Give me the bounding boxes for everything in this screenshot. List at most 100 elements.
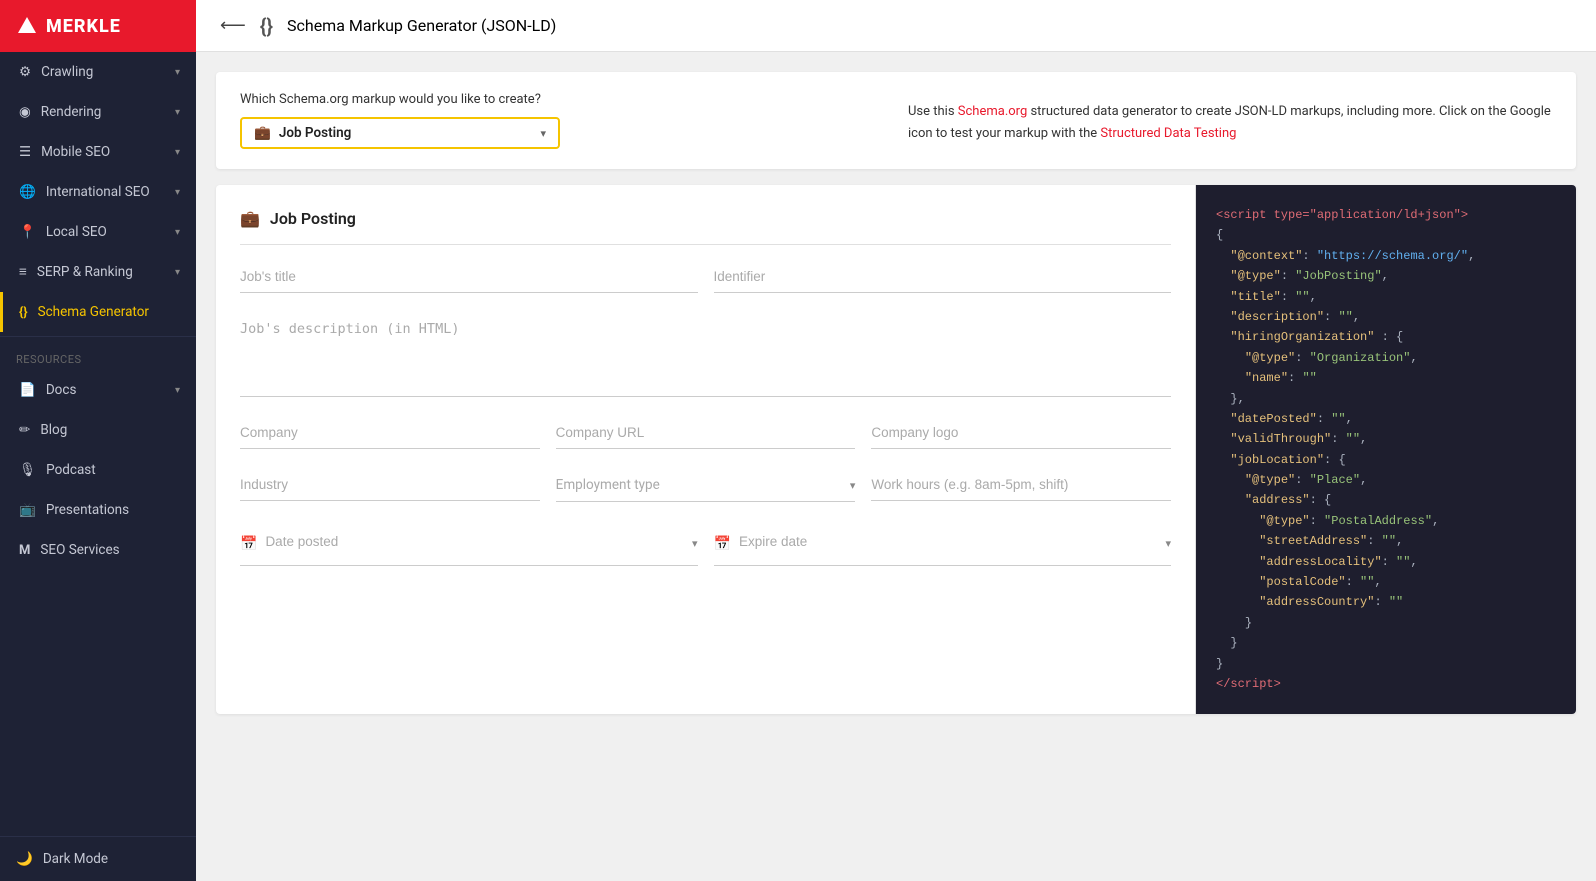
- resources-label: Resources: [0, 341, 196, 370]
- jobs-title-input[interactable]: [240, 265, 698, 293]
- sidebar-nav-item-local-seo[interactable]: 📍 Local SEO ▾: [0, 212, 196, 252]
- json-address-close: }: [1216, 613, 1556, 633]
- briefcase-icon: 💼: [254, 125, 271, 141]
- sidebar-item-label: Schema Generator: [38, 304, 149, 320]
- moon-icon: 🌙: [16, 851, 33, 867]
- json-address: "address": {: [1216, 490, 1556, 510]
- form-row-title: [240, 265, 1171, 293]
- json-hiring-org: "hiringOrganization" : {: [1216, 327, 1556, 347]
- expire-date-wrapper: 📅 ▾: [714, 526, 1172, 566]
- sidebar-nav-item-docs[interactable]: 📄 Docs ▾: [0, 370, 196, 410]
- json-context: "@context": "https://schema.org/",: [1216, 246, 1556, 266]
- sidebar-item-label: International SEO: [46, 184, 150, 200]
- present-icon: 📺: [19, 502, 36, 518]
- expire-date-arrow-icon: ▾: [1165, 537, 1171, 550]
- merkle-logo-icon: [16, 15, 38, 37]
- schema-type-dropdown[interactable]: 💼 Job Posting ▾: [240, 117, 560, 149]
- company-input[interactable]: [240, 421, 540, 449]
- sidebar-nav-item-podcast[interactable]: 🎙 Podcast: [0, 450, 196, 490]
- company-url-input[interactable]: [556, 421, 856, 449]
- sidebar-nav-item-blog[interactable]: ✏ Blog: [0, 410, 196, 450]
- sidebar-item-label: SERP & Ranking: [37, 264, 133, 280]
- sidebar-item-label: SEO Services: [40, 542, 119, 558]
- sidebar-nav-item-serp-ranking[interactable]: ≡ SERP & Ranking ▾: [0, 252, 196, 292]
- list-icon: ≡: [19, 264, 27, 280]
- sidebar-item-label: Docs: [46, 382, 77, 398]
- info-text: Use this Schema.org structured data gene…: [908, 104, 1551, 141]
- json-script-open: <script type="application/ld+json">: [1216, 205, 1556, 225]
- form-row-industry: Full-time Part-time Contractor Temporary…: [240, 473, 1171, 502]
- json-country: "addressCountry": "": [1216, 592, 1556, 612]
- jobs-description-field: [240, 317, 1171, 397]
- date-posted-arrow-icon: ▾: [692, 537, 698, 550]
- sidebar-item-label: Podcast: [46, 462, 96, 478]
- industry-field: [240, 473, 540, 502]
- back-button[interactable]: ⟵: [220, 15, 246, 36]
- company-field: [240, 421, 540, 449]
- sidebar-nav-item-mobile-seo[interactable]: ☰ Mobile SEO ▾: [0, 132, 196, 172]
- expire-date-input[interactable]: [739, 530, 1158, 557]
- chevron-down-icon: ▾: [175, 385, 180, 396]
- identifier-field: [714, 265, 1172, 293]
- work-hours-input[interactable]: [871, 473, 1171, 501]
- sidebar-nav-item-international-seo[interactable]: 🌐 International SEO ▾: [0, 172, 196, 212]
- calendar-icon-2: 📅: [714, 536, 731, 552]
- main-content: ⟵ {} Schema Markup Generator (JSON-LD) W…: [196, 0, 1596, 881]
- sidebar-nav-item-schema-generator[interactable]: {} Schema Generator: [0, 292, 196, 332]
- json-org-type: "@type": "Organization",: [1216, 348, 1556, 368]
- sidebar-item-label: Local SEO: [46, 224, 107, 240]
- sidebar: MERKLE ⚙ Crawling ▾ ◉ Rendering ▾ ☰ Mobi…: [0, 0, 196, 881]
- schema-dropdown-value: 💼 Job Posting: [254, 125, 351, 141]
- sidebar-nav-item-rendering[interactable]: ◉ Rendering ▾: [0, 92, 196, 132]
- json-location-close: }: [1216, 633, 1556, 653]
- form-row-company: [240, 421, 1171, 449]
- blog-icon: ✏: [19, 422, 30, 438]
- schema-selector-column: Which Schema.org markup would you like t…: [240, 92, 884, 149]
- brand-name: MERKLE: [46, 16, 121, 37]
- sidebar-item-label: Mobile SEO: [41, 144, 110, 160]
- globe-icon: 🌐: [19, 184, 36, 200]
- sidebar-nav-item-presentations[interactable]: 📺 Presentations: [0, 490, 196, 530]
- employment-type-field: Full-time Part-time Contractor Temporary…: [556, 473, 856, 502]
- jobs-description-input[interactable]: [240, 317, 1171, 397]
- form-row-description: [240, 317, 1171, 397]
- page-title: Schema Markup Generator (JSON-LD): [287, 16, 556, 35]
- sidebar-divider: [0, 336, 196, 337]
- sidebar-nav-item-dark-mode[interactable]: 🌙 Dark Mode: [0, 836, 196, 881]
- form-row-dates: 📅 ▾ 📅 ▾: [240, 526, 1171, 566]
- json-output-panel: <script type="application/ld+json"> { "@…: [1196, 185, 1576, 714]
- employment-type-wrapper: Full-time Part-time Contractor Temporary…: [556, 473, 856, 502]
- json-hiring-close: },: [1216, 389, 1556, 409]
- chevron-down-icon: ▾: [175, 187, 180, 198]
- sidebar-logo: MERKLE: [0, 0, 196, 52]
- topbar: ⟵ {} Schema Markup Generator (JSON-LD): [196, 0, 1596, 52]
- structured-data-link[interactable]: Structured Data Testing: [1100, 126, 1236, 141]
- eye-icon: ◉: [19, 104, 31, 120]
- jobs-title-field: [240, 265, 698, 293]
- cpu-icon: ⚙: [19, 64, 31, 80]
- json-locality: "addressLocality": "",: [1216, 552, 1556, 572]
- sidebar-nav-item-seo-services[interactable]: M SEO Services: [0, 530, 196, 570]
- chevron-down-icon: ▾: [175, 267, 180, 278]
- dark-mode-label: Dark Mode: [43, 851, 108, 867]
- schema-icon: {}: [19, 305, 28, 320]
- industry-input[interactable]: [240, 473, 540, 501]
- info-part1: Use this: [908, 104, 958, 119]
- identifier-input[interactable]: [714, 265, 1172, 293]
- braces-icon: {}: [260, 14, 273, 38]
- sidebar-nav-item-crawling[interactable]: ⚙ Crawling ▾: [0, 52, 196, 92]
- json-brace-open: {: [1216, 225, 1556, 245]
- pin-icon: 📍: [19, 224, 36, 240]
- company-logo-input[interactable]: [871, 421, 1171, 449]
- json-type: "@type": "JobPosting",: [1216, 266, 1556, 286]
- company-logo-field: [871, 421, 1171, 449]
- json-postal-code: "postalCode": "",: [1216, 572, 1556, 592]
- json-date-posted: "datePosted": "",: [1216, 409, 1556, 429]
- json-job-location: "jobLocation": {: [1216, 450, 1556, 470]
- schema-org-link[interactable]: Schema.org: [958, 104, 1027, 119]
- chevron-down-icon: ▾: [175, 67, 180, 78]
- calendar-icon: 📅: [240, 536, 257, 552]
- docs-icon: 📄: [19, 382, 36, 398]
- date-posted-input[interactable]: [265, 530, 684, 557]
- section-briefcase-icon: 💼: [240, 209, 260, 228]
